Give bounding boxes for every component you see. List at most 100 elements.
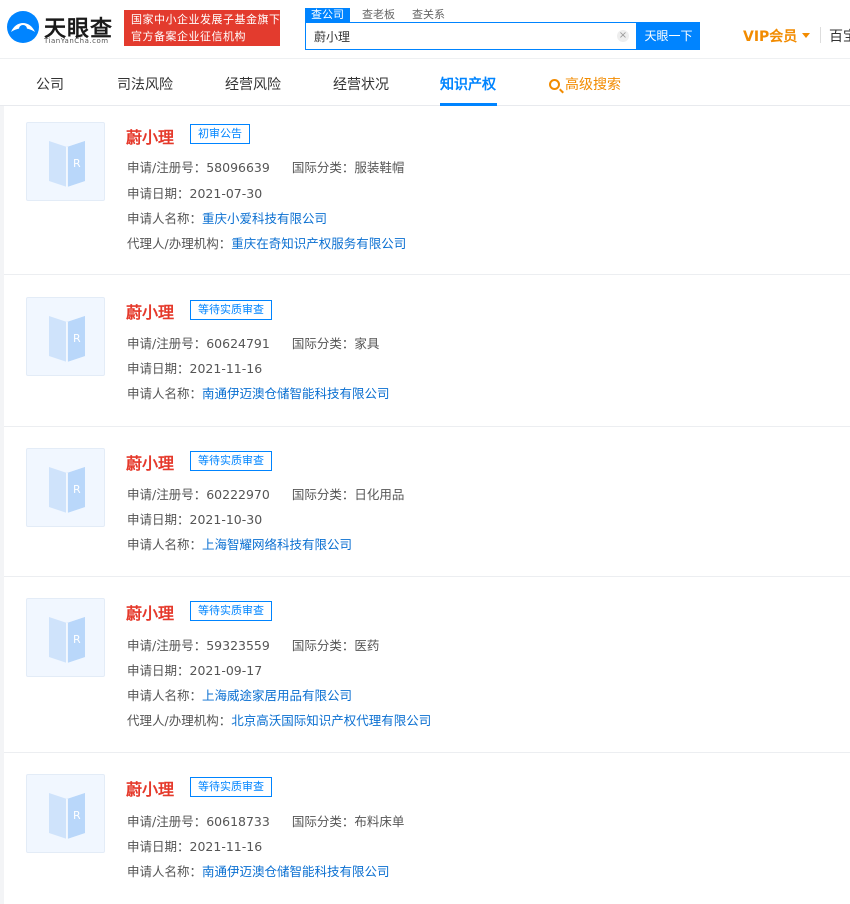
agent-label: 代理人/办理机构： [127,236,232,251]
list-item[interactable]: R 蔚小理 初审公告 申请/注册号：58096639 国际分类：服装鞋帽 申请日期… [4,106,850,275]
reg-class-row: 申请/注册号：60624791 国际分类：家具 [127,333,379,352]
reg-no-label: 申请/注册号： [127,487,207,502]
nav-operating-risk[interactable]: 经营风险 [225,74,281,94]
apply-date-label: 申请日期： [127,361,190,376]
search-button[interactable]: 天眼一下 [637,22,700,50]
applicant-row: 申请人名称：南通伊迈澳仓储智能科技有限公司 [127,861,390,880]
intl-class-label: 国际分类： [291,814,355,829]
trademark-book-icon: R [49,617,85,663]
slogan-line-2: 官方备案企业征信机构 [131,30,246,43]
svg-text:R: R [73,157,81,170]
trademark-name[interactable]: 蔚小理 [126,600,174,624]
tab-search-boss[interactable]: 查老板 [362,8,395,22]
reg-no-value: 59323559 [206,638,270,653]
apply-date-label: 申请日期： [127,839,190,854]
trademark-thumbnail[interactable]: R [26,448,105,527]
trademark-name[interactable]: 蔚小理 [126,124,174,148]
status-badge: 等待实质审查 [190,777,272,797]
nav-operating-status[interactable]: 经营状况 [333,74,389,94]
eye-logo-icon [7,11,39,43]
apply-date-label: 申请日期： [127,512,190,527]
baibao-menu[interactable]: 百宝 [829,26,850,46]
reg-no-value: 60624791 [206,336,270,351]
trademark-thumbnail[interactable]: R [26,774,105,853]
intl-class-value: 家具 [354,336,380,351]
intl-class-value: 布料床单 [354,814,405,829]
applicant-link[interactable]: 上海智耀网络科技有限公司 [202,537,352,552]
applicant-link[interactable]: 南通伊迈澳仓储智能科技有限公司 [202,386,390,401]
trademark-book-icon: R [49,141,85,187]
nav-intellectual-property[interactable]: 知识产权 [440,74,496,94]
vip-member-menu[interactable]: VIP会员 [743,26,811,46]
reg-no-label: 申请/注册号： [127,814,207,829]
apply-date-row: 申请日期：2021-11-16 [127,836,262,855]
search-input[interactable] [306,23,606,49]
brand-logo[interactable]: 天眼查 TianYanCha.com [6,10,118,48]
list-item[interactable]: R 蔚小理 等待实质审查 申请/注册号：60618733 国际分类：布料床单 申请… [4,753,850,904]
agent-link[interactable]: 重庆在奇知识产权服务有限公司 [231,236,406,251]
nav-advanced-search[interactable]: 高级搜索 [549,74,621,94]
slogan-line-1: 国家中小企业发展子基金旗下 [131,13,281,26]
apply-date-row: 申请日期：2021-11-16 [127,358,262,377]
top-header: 天眼查 TianYanCha.com 国家中小企业发展子基金旗下 官方备案企业征… [0,0,850,58]
applicant-label: 申请人名称： [127,537,203,552]
list-item[interactable]: R 蔚小理 等待实质审查 申请/注册号：59323559 国际分类：医药 申请日期… [4,577,850,753]
clear-icon[interactable]: × [617,30,629,42]
search-box: × [305,22,637,50]
trademark-thumbnail[interactable]: R [26,297,105,376]
caret-down-icon [802,33,811,38]
list-item[interactable]: R 蔚小理 等待实质审查 申请/注册号：60222970 国际分类：日化用品 申请… [4,427,850,577]
status-badge: 初审公告 [190,124,250,144]
trademark-name[interactable]: 蔚小理 [126,299,174,323]
brand-domain: TianYanCha.com [44,37,109,45]
applicant-row: 申请人名称：上海威途家居用品有限公司 [127,685,352,704]
svg-text:R: R [73,809,81,822]
trademark-thumbnail[interactable]: R [26,598,105,677]
apply-date-row: 申请日期：2021-10-30 [127,509,262,528]
reg-no-label: 申请/注册号： [127,160,207,175]
trademark-book-icon: R [49,793,85,839]
agent-row: 代理人/办理机构：重庆在奇知识产权服务有限公司 [127,233,406,252]
apply-date-row: 申请日期：2021-07-30 [127,183,262,202]
reg-class-row: 申请/注册号：60618733 国际分类：布料床单 [127,811,404,830]
intl-class-value: 医药 [354,638,380,653]
svg-text:R: R [73,483,81,496]
tab-search-relation[interactable]: 查关系 [412,8,445,22]
status-badge: 等待实质审查 [190,451,272,471]
applicant-label: 申请人名称： [127,688,203,703]
applicant-link[interactable]: 南通伊迈澳仓储智能科技有限公司 [202,864,390,879]
status-badge: 等待实质审查 [190,300,272,320]
apply-date-value: 2021-11-16 [189,361,263,376]
intl-class-label: 国际分类： [291,160,355,175]
applicant-row: 申请人名称：重庆小爱科技有限公司 [127,208,327,227]
agent-link[interactable]: 北京高沃国际知识产权代理有限公司 [231,713,431,728]
trademark-name[interactable]: 蔚小理 [126,776,174,800]
tab-search-company[interactable]: 查公司 [305,8,350,22]
reg-no-label: 申请/注册号： [127,336,207,351]
trademark-thumbnail[interactable]: R [26,122,105,201]
reg-no-value: 58096639 [206,160,270,175]
applicant-row: 申请人名称：南通伊迈澳仓储智能科技有限公司 [127,383,390,402]
svg-text:R: R [73,633,81,646]
intl-class-value: 日化用品 [354,487,405,502]
applicant-link[interactable]: 重庆小爱科技有限公司 [202,211,327,226]
list-item[interactable]: R 蔚小理 等待实质审查 申请/注册号：60624791 国际分类：家具 申请日期… [4,275,850,427]
header-divider [820,27,821,43]
intl-class-label: 国际分类： [291,638,355,653]
trademark-book-icon: R [49,467,85,513]
applicant-label: 申请人名称： [127,864,203,879]
svg-text:R: R [73,332,81,345]
apply-date-value: 2021-10-30 [189,512,263,527]
trademark-name[interactable]: 蔚小理 [126,450,174,474]
nav-judicial-risk[interactable]: 司法风险 [117,74,173,94]
agent-label: 代理人/办理机构： [127,713,232,728]
reg-no-value: 60222970 [206,487,270,502]
nav-company[interactable]: 公司 [36,74,64,94]
reg-class-row: 申请/注册号：58096639 国际分类：服装鞋帽 [127,157,404,176]
apply-date-label: 申请日期： [127,663,190,678]
trademark-book-icon: R [49,316,85,362]
applicant-link[interactable]: 上海威途家居用品有限公司 [202,688,352,703]
search-icon [549,79,560,90]
apply-date-row: 申请日期：2021-09-17 [127,660,262,679]
status-badge: 等待实质审查 [190,601,272,621]
